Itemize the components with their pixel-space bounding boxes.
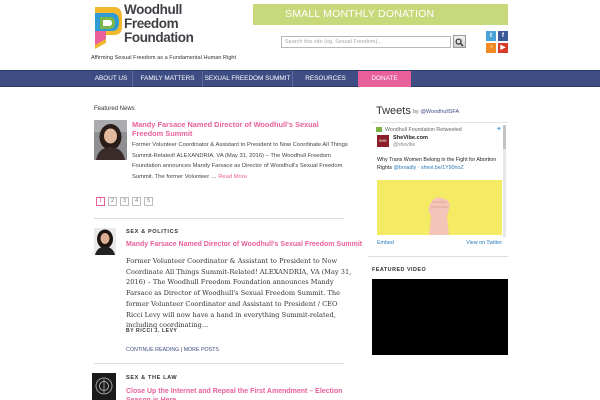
featured-excerpt: Former Volunteer Coordinator & Assistant… [132,140,348,183]
main-nav: ABOUT US FAMILY MATTERS SEXUAL FREEDOM S… [0,70,600,87]
read-more-link[interactable]: Read More [218,174,247,180]
tweets-byline: by @WoodhullSFA [413,109,459,115]
embed-link[interactable]: Embed [377,240,394,246]
page-5-button[interactable]: 5 [144,197,153,206]
tweets-by-prefix: by [413,109,419,115]
tagline: Affirming Sexual Freedom as a Fundamenta… [91,55,237,61]
featured-pager: 1 2 3 4 5 [96,197,153,206]
featured-news-heading: Featured News [94,106,135,112]
post-category[interactable]: SEX & POLITICS [126,229,179,235]
video-player[interactable] [372,279,508,355]
page-2-button[interactable]: 2 [108,197,117,206]
divider [372,122,508,123]
logo-line-2: Freedom [124,16,179,31]
page-1-button[interactable]: 1 [96,197,105,206]
search-button[interactable] [453,35,466,48]
search-input[interactable] [281,36,451,48]
divider [94,363,344,364]
view-on-twitter-link[interactable]: View on Twitter [466,240,502,246]
tweet-links[interactable]: @broadly · shevi.be/1Y90noZ [394,165,464,171]
twitter-bird-icon[interactable]: ✦ [496,125,502,133]
nav-item-resources[interactable]: RESOURCES [292,71,358,87]
nav-item-donate[interactable]: DONATE [358,71,411,87]
continue-reading-link[interactable]: CONTINUE READING [126,347,179,353]
search-icon [455,37,464,47]
page-4-button[interactable]: 4 [132,197,141,206]
post-title[interactable]: Mandy Farsace Named Director of Woodhull… [126,241,362,248]
logo-line-3: Foundation [124,30,194,45]
tweet-avatar[interactable]: SHE [377,135,389,147]
featured-video-heading: FEATURED VIDEO [372,267,427,273]
logo-text: Woodhull Freedom Foundation [124,2,194,45]
seal-image [92,373,116,400]
more-posts-link[interactable]: MORE POSTS [184,347,219,353]
link-separator: | [180,347,183,353]
featured-photo[interactable] [94,120,127,160]
nav-item-family-matters[interactable]: FAMILY MATTERS [132,71,202,87]
youtube-icon[interactable]: ▶ [498,43,508,53]
tweet-scrollbar-thumb[interactable] [503,125,506,149]
post-title[interactable]: Close Up the Internet and Repeal the Fir… [126,387,346,400]
fist-image [377,180,502,235]
twitter-timeline: Tweets by @WoodhullSFA Woodhull Foundati… [372,103,508,248]
retweet-text: Woodhull Foundation Retweeted [385,127,462,133]
featured-title[interactable]: Mandy Farsace Named Director of Woodhull… [132,120,352,138]
post-author-photo[interactable] [94,228,116,255]
divider [368,256,508,257]
retweet-icon [376,127,382,133]
post-thumbnail[interactable] [92,373,116,400]
logo-mark-icon [95,7,122,49]
tweet-text: Why Trans Women Belong in the Fight for … [377,156,497,172]
tweets-handle-link[interactable]: @WoodhullSFA [420,109,459,115]
post-category[interactable]: SEX & THE LAW [126,375,177,381]
small-monthly-donation-banner[interactable]: SMALL MONTHLY DONATION [253,4,508,25]
tweet-image[interactable] [377,180,502,235]
twitter-icon[interactable]: t [486,31,496,41]
tweet-account-handle[interactable]: @shevibe [393,142,415,148]
nav-item-sexual-freedom-summit[interactable]: SEXUAL FREEDOM SUMMIT [202,71,292,87]
logo[interactable]: Woodhull Freedom Foundation [92,2,194,53]
portrait-image [94,228,116,255]
post-author: BY RICCI J. LEVY [126,328,178,334]
tweets-title: Tweets [376,105,411,117]
facebook-icon[interactable]: f [498,31,508,41]
nav-item-about-us[interactable]: ABOUT US [90,71,132,87]
logo-line-1: Woodhull [124,2,183,17]
page-3-button[interactable]: 3 [120,197,129,206]
divider [94,218,344,219]
rss-icon[interactable]: ◔ [486,43,496,53]
post-links: CONTINUE READING | MORE POSTS [126,347,219,353]
portrait-image [94,120,127,160]
tweet-account-name[interactable]: SheVibe.com [393,135,428,141]
post-excerpt: Former Volunteer Coordinator & Assistant… [126,257,352,330]
retweet-line: Woodhull Foundation Retweeted [376,127,462,133]
